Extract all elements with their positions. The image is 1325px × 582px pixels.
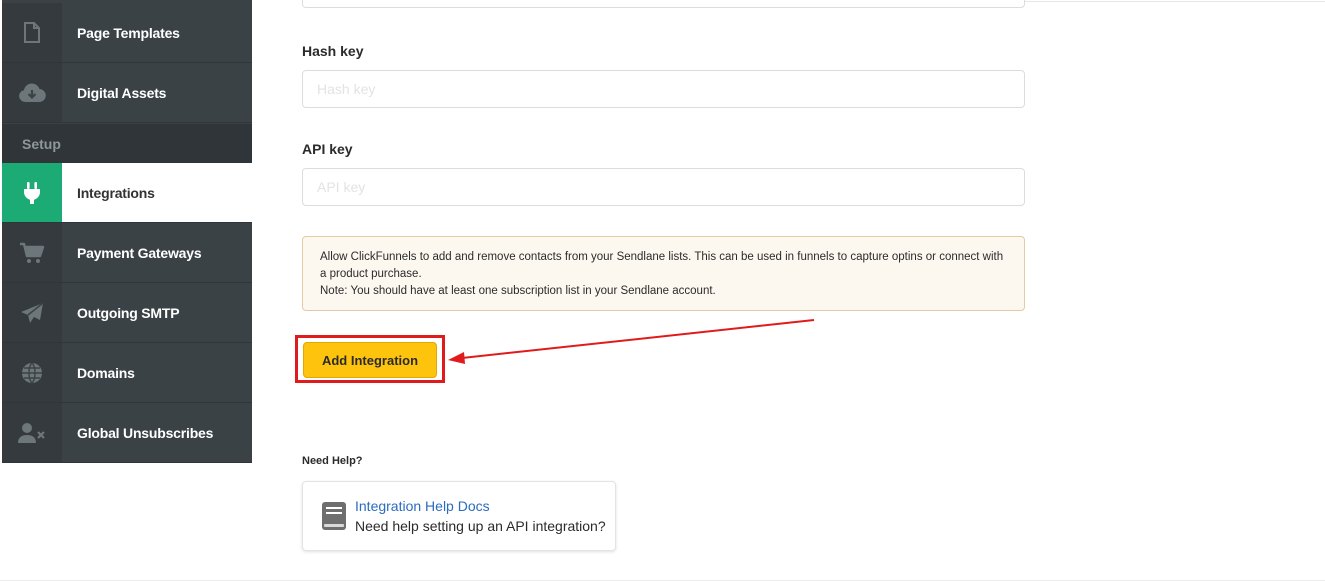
user-remove-icon bbox=[18, 422, 45, 443]
info-description: Allow ClickFunnels to add and remove con… bbox=[320, 251, 1004, 280]
sidebar: Page Templates Digital Assets Setup Inte… bbox=[2, 0, 252, 463]
api-key-input[interactable] bbox=[302, 168, 1025, 206]
sidebar-item-integrations[interactable]: Integrations bbox=[2, 163, 252, 223]
cloud-download-icon bbox=[19, 82, 46, 102]
divider bbox=[1025, 1, 1325, 2]
info-alert: Allow ClickFunnels to add and remove con… bbox=[302, 236, 1025, 311]
paper-plane-icon bbox=[21, 301, 44, 323]
hash-key-label: Hash key bbox=[302, 43, 364, 59]
sidebar-item-label: Domains bbox=[77, 364, 135, 381]
book-icon bbox=[322, 502, 346, 530]
section-header-setup: Setup bbox=[2, 124, 252, 163]
help-docs-link[interactable]: Integration Help Docs bbox=[355, 496, 606, 516]
sidebar-item-outgoing-smtp[interactable]: Outgoing SMTP bbox=[2, 283, 252, 343]
add-integration-button[interactable]: Add Integration bbox=[303, 342, 437, 378]
sidebar-item-label: Integrations bbox=[77, 184, 155, 201]
hash-key-input[interactable] bbox=[302, 70, 1025, 108]
globe-icon bbox=[22, 362, 42, 383]
sidebar-item-label: Global Unsubscribes bbox=[77, 424, 214, 441]
sidebar-item-page-templates[interactable]: Page Templates bbox=[2, 3, 252, 63]
divider bbox=[0, 580, 1325, 581]
previous-field-input[interactable] bbox=[302, 0, 1025, 8]
file-icon bbox=[24, 21, 40, 43]
help-docs-subtitle: Need help setting up an API integration? bbox=[355, 518, 606, 534]
info-note: Note: You should have at least one subsc… bbox=[320, 285, 716, 297]
sidebar-item-label: Page Templates bbox=[77, 24, 180, 41]
sidebar-item-label: Payment Gateways bbox=[77, 244, 202, 261]
sidebar-item-payment-gateways[interactable]: Payment Gateways bbox=[2, 223, 252, 283]
api-key-label: API key bbox=[302, 141, 353, 157]
need-help-heading: Need Help? bbox=[302, 455, 363, 467]
plug-icon bbox=[24, 181, 40, 204]
help-docs-card[interactable]: Integration Help Docs Need help setting … bbox=[302, 481, 616, 551]
sidebar-item-domains[interactable]: Domains bbox=[2, 343, 252, 403]
sidebar-item-global-unsubscribes[interactable]: Global Unsubscribes bbox=[2, 403, 252, 463]
sidebar-item-digital-assets[interactable]: Digital Assets bbox=[2, 63, 252, 123]
sidebar-item-label: Outgoing SMTP bbox=[77, 304, 180, 321]
sidebar-item-label: Digital Assets bbox=[77, 84, 167, 101]
cart-icon bbox=[20, 242, 45, 263]
